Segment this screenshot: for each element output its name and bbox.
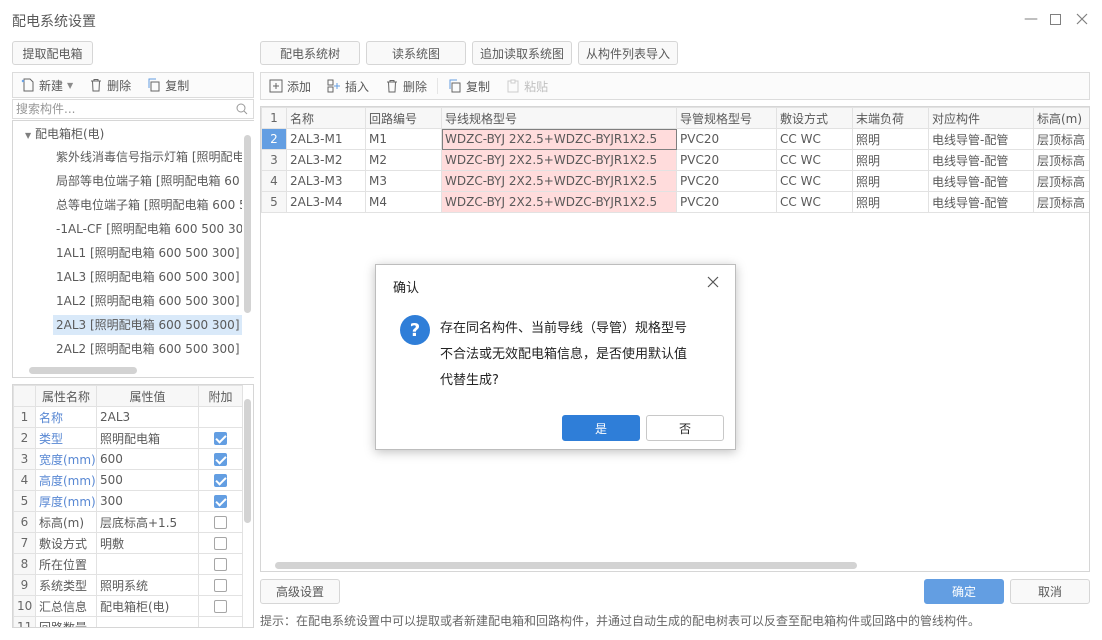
confirm-dialog: 确认 ? 存在同名构件、当前导线（导管）规格型号 不合法或无效配电箱信息，是否使…	[375, 264, 736, 450]
dialog-close-icon[interactable]	[707, 276, 725, 294]
question-icon: ?	[400, 315, 430, 345]
dialog-message-line-1: 存在同名构件、当前导线（导管）规格型号	[440, 321, 688, 336]
no-button[interactable]: 否	[646, 415, 724, 441]
dialog-message-line-2: 不合法或无效配电箱信息，是否使用默认值	[440, 347, 688, 362]
dialog-title: 确认	[393, 281, 420, 296]
dialog-message: 存在同名构件、当前导线（导管）规格型号 不合法或无效配电箱信息，是否使用默认值 …	[440, 316, 687, 394]
yes-button[interactable]: 是	[562, 415, 640, 441]
dialog-message-line-3: 代替生成?	[440, 373, 499, 388]
